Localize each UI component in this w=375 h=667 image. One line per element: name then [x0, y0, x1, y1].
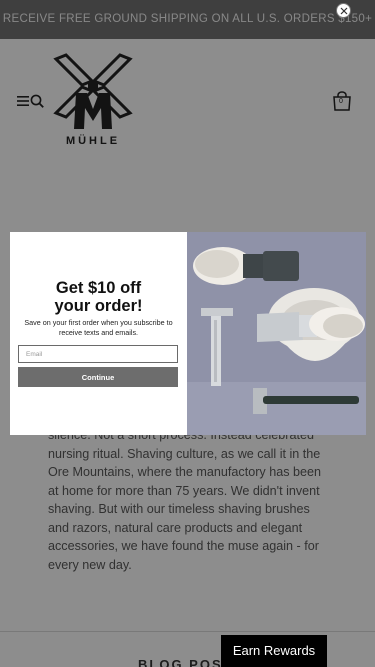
popup-product-photo [187, 232, 366, 435]
email-field[interactable] [18, 345, 178, 363]
close-popup-button[interactable] [336, 3, 351, 18]
popup-form-panel: Get $10 off your order! Save on your fir… [10, 232, 187, 435]
close-icon[interactable] [340, 7, 348, 15]
popup-title-line2: your order! [54, 297, 143, 315]
earn-rewards-button[interactable]: Earn Rewards [221, 635, 327, 667]
continue-button[interactable]: Continue [18, 367, 178, 387]
discount-popup: Get $10 off your order! Save on your fir… [10, 232, 366, 435]
popup-title-line1: Get $10 off [55, 279, 142, 297]
popup-title: Get $10 off your order! [10, 279, 187, 315]
popup-subtitle: Save on your first order when you subscr… [24, 318, 173, 337]
shaving-products-image [187, 232, 366, 435]
